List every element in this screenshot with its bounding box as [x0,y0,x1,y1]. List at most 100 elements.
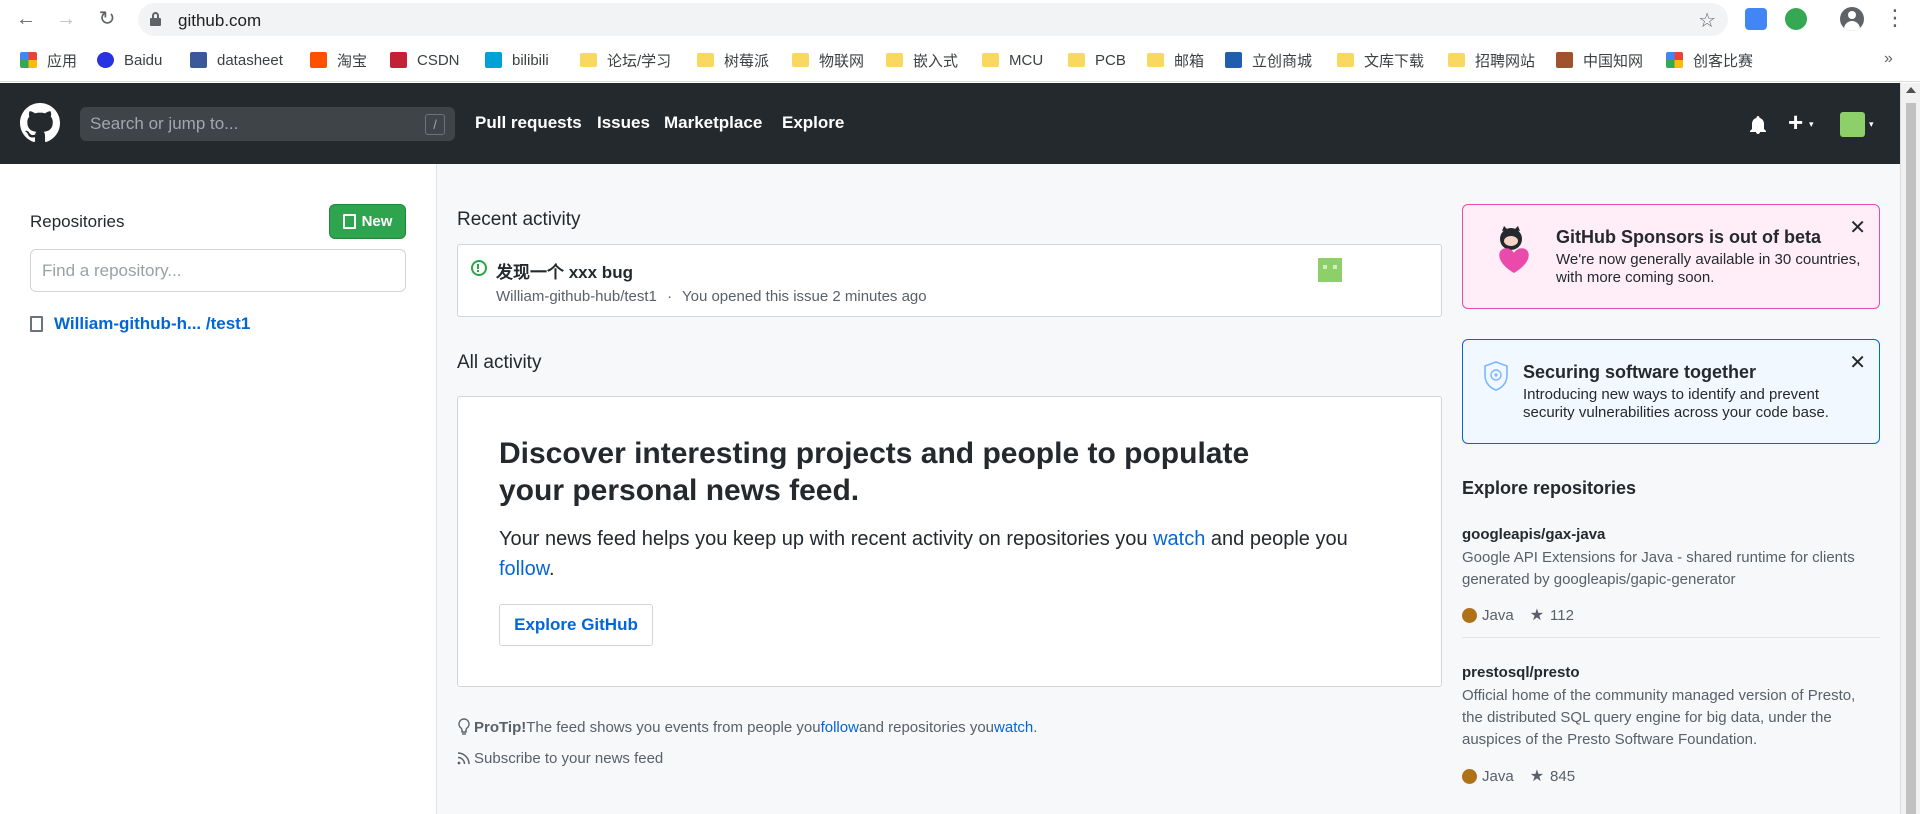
folder-icon [982,53,999,67]
explore-repo-name-link[interactable]: prestosql/presto [1462,664,1580,681]
bookmark-item[interactable]: 论坛/学习 [580,50,671,70]
lcsc-icon [1225,52,1242,68]
star-icon[interactable]: ★ [1530,766,1544,786]
nav-issues[interactable]: Issues [597,113,650,133]
user-avatar-small[interactable] [1318,258,1342,282]
new-button-label: New [361,213,393,230]
protip-follow-link[interactable]: follow [821,719,859,736]
repository-name[interactable]: William-github-h... /test1 [54,314,250,334]
explore-repo-name-link[interactable]: googleapis/gax-java [1462,526,1605,543]
create-caret-icon[interactable]: ▾ [1809,119,1814,130]
csdn-icon [390,52,407,68]
sponsors-announcement: GitHub Sponsors is out of beta We're now… [1462,204,1880,309]
watch-link[interactable]: watch [1153,528,1205,550]
follow-link[interactable]: follow [499,558,549,580]
sponsors-title: GitHub Sponsors is out of beta [1556,227,1821,247]
find-repository-input[interactable] [30,249,406,292]
bookmark-item[interactable]: PCB [1068,50,1126,70]
notifications-bell-icon[interactable] [1750,116,1766,134]
bookmark-item[interactable]: bilibili [485,50,549,70]
user-menu-caret-icon[interactable]: ▾ [1869,119,1874,130]
discover-heading: Discover interesting projects and people… [499,437,1250,507]
divider [1462,637,1880,638]
reload-icon[interactable]: ↻ [96,8,118,30]
scrollbar-thumb[interactable] [1906,103,1916,814]
maker-icon [1666,52,1683,68]
apps-grid-icon [20,52,37,68]
browser-menu-icon[interactable]: ⋮ [1884,5,1906,31]
explore-repo-description: Official home of the community managed v… [1462,687,1856,704]
folder-icon [792,53,809,67]
back-arrow-icon[interactable]: ← [15,8,37,30]
bookmark-item[interactable]: 招聘网站 [1448,50,1535,70]
bookmark-item[interactable]: 文库下载 [1337,50,1424,70]
page-scrollbar[interactable] [1900,83,1920,814]
dashboard: Repositories New William-github-h... /te… [0,164,1900,814]
new-repository-button[interactable]: New [329,204,406,239]
bookmark-item[interactable]: 嵌入式 [886,50,958,70]
folder-icon [1068,53,1085,67]
issue-repo-link[interactable]: William-github-hub/test1 [496,288,657,305]
bookmarks-overflow-button[interactable]: » [1884,50,1893,68]
subscribe-feed-link[interactable]: Subscribe to your news feed [457,750,663,767]
meta-separator: · [667,288,673,305]
nav-pull-requests[interactable]: Pull requests [475,113,582,133]
sponsors-text-line: with more coming soon. [1556,269,1715,286]
address-bar[interactable]: github.com ☆ [138,3,1728,36]
bookmark-item[interactable]: 物联网 [792,50,864,70]
bookmark-item[interactable]: datasheet [190,50,283,70]
explore-repositories-heading: Explore repositories [1462,478,1637,498]
repositories-sidebar: Repositories New William-github-h... /te… [0,164,437,814]
star-icon[interactable]: ★ [1530,605,1544,625]
search-input[interactable] [80,107,410,141]
repo-icon [30,316,43,332]
profile-avatar-icon[interactable] [1840,7,1864,31]
forward-arrow-icon[interactable]: → [55,8,77,30]
url-text[interactable]: github.com [178,11,261,31]
explore-github-button[interactable]: Explore GitHub [499,604,653,646]
bookmark-item[interactable]: 树莓派 [697,50,769,70]
all-activity-heading: All activity [457,352,542,373]
repository-link[interactable]: William-github-h... /test1 [30,314,250,334]
pdf-icon [190,52,207,68]
nav-marketplace[interactable]: Marketplace [664,113,762,133]
discover-text-part: and people you [1205,528,1348,550]
folder-icon [1147,53,1164,67]
globe-extension-icon[interactable] [1785,8,1807,30]
repo-stars[interactable]: 845 [1550,768,1575,785]
bookmark-item[interactable]: 淘宝 [310,50,367,70]
nav-explore[interactable]: Explore [782,113,844,133]
bookmark-item[interactable]: 邮箱 [1147,50,1204,70]
protip-text: . [1033,718,1038,736]
explore-repo-description: the distributed SQL query engine for big… [1462,709,1832,726]
repositories-heading: Repositories [30,212,125,231]
java-language-dot-icon [1462,607,1477,623]
issue-title-link[interactable]: 发现一个 xxx bug [496,258,633,283]
bookmark-item[interactable]: 创客比赛 [1666,50,1753,70]
explore-repo-meta: Java ★ 112 [1462,605,1574,625]
translate-extension-icon[interactable] [1745,8,1767,30]
bookmark-item[interactable]: 应用 [20,50,77,70]
close-icon[interactable]: ✕ [1849,215,1866,240]
bookmark-item[interactable]: Baidu [97,50,162,70]
repo-language: Java [1482,606,1514,624]
bookmark-star-icon[interactable]: ☆ [1698,8,1716,33]
security-title: Securing software together [1523,362,1757,382]
repo-language: Java [1482,767,1514,785]
browser-toolbar: ← → ↻ github.com ☆ ⋮ [0,0,1920,38]
security-text-line: security vulnerabilities across your cod… [1523,404,1829,421]
global-search[interactable]: / [80,107,455,141]
bookmark-item[interactable]: 立创商城 [1225,50,1312,70]
create-new-plus-icon[interactable]: + [1788,109,1803,135]
bookmark-item[interactable]: CSDN [390,50,460,70]
user-avatar[interactable] [1840,112,1865,137]
bookmark-item[interactable]: 中国知网 [1556,50,1643,70]
scroll-up-arrow-icon[interactable] [1906,87,1916,93]
protip-watch-link[interactable]: watch [994,719,1033,736]
bookmark-item[interactable]: MCU [982,50,1043,70]
repo-stars[interactable]: 112 [1550,607,1574,624]
close-icon[interactable]: ✕ [1849,350,1866,375]
subscribe-label[interactable]: Subscribe to your news feed [474,750,663,767]
protip-text: The feed shows you events from people yo… [526,718,821,736]
github-logo-icon[interactable] [20,103,60,143]
